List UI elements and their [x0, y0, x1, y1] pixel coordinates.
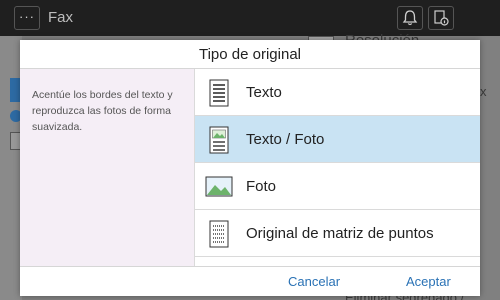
option-label: Original de matriz de puntos	[246, 225, 434, 242]
option-description: Acentúe los bordes del texto y reproduzc…	[20, 69, 195, 266]
background-left-panel	[0, 36, 22, 300]
cancel-button[interactable]: Cancelar	[288, 267, 340, 297]
option-label: Foto	[246, 178, 277, 195]
option-matriz-puntos[interactable]: Original de matriz de puntos	[195, 210, 480, 257]
background-close-icon: x	[480, 84, 487, 99]
top-bar: ··· Fax	[0, 0, 500, 36]
dialog-footer: Cancelar Aceptar	[20, 266, 480, 296]
dot-matrix-document-icon	[205, 219, 233, 249]
dialog-title: Tipo de original	[20, 40, 480, 69]
options-list: Texto Texto / Foto Foto Original de matr…	[195, 69, 480, 266]
option-texto-foto[interactable]: Texto / Foto	[195, 116, 480, 163]
document-info-icon[interactable]	[428, 6, 454, 30]
original-type-dialog: Tipo de original Acentúe los bordes del …	[20, 40, 480, 296]
text-document-icon	[205, 78, 233, 108]
option-texto[interactable]: Texto	[195, 69, 480, 116]
dialog-body: Acentúe los bordes del texto y reproduzc…	[20, 69, 480, 266]
option-label: Texto	[246, 84, 282, 101]
bell-icon[interactable]	[397, 6, 423, 30]
accept-button[interactable]: Aceptar	[406, 267, 451, 297]
photo-icon	[205, 172, 233, 202]
text-photo-document-icon	[205, 125, 233, 155]
option-label: Texto / Foto	[246, 131, 325, 148]
option-foto[interactable]: Foto	[195, 163, 480, 210]
menu-button[interactable]: ···	[14, 6, 40, 30]
app-title: Fax	[48, 9, 74, 26]
